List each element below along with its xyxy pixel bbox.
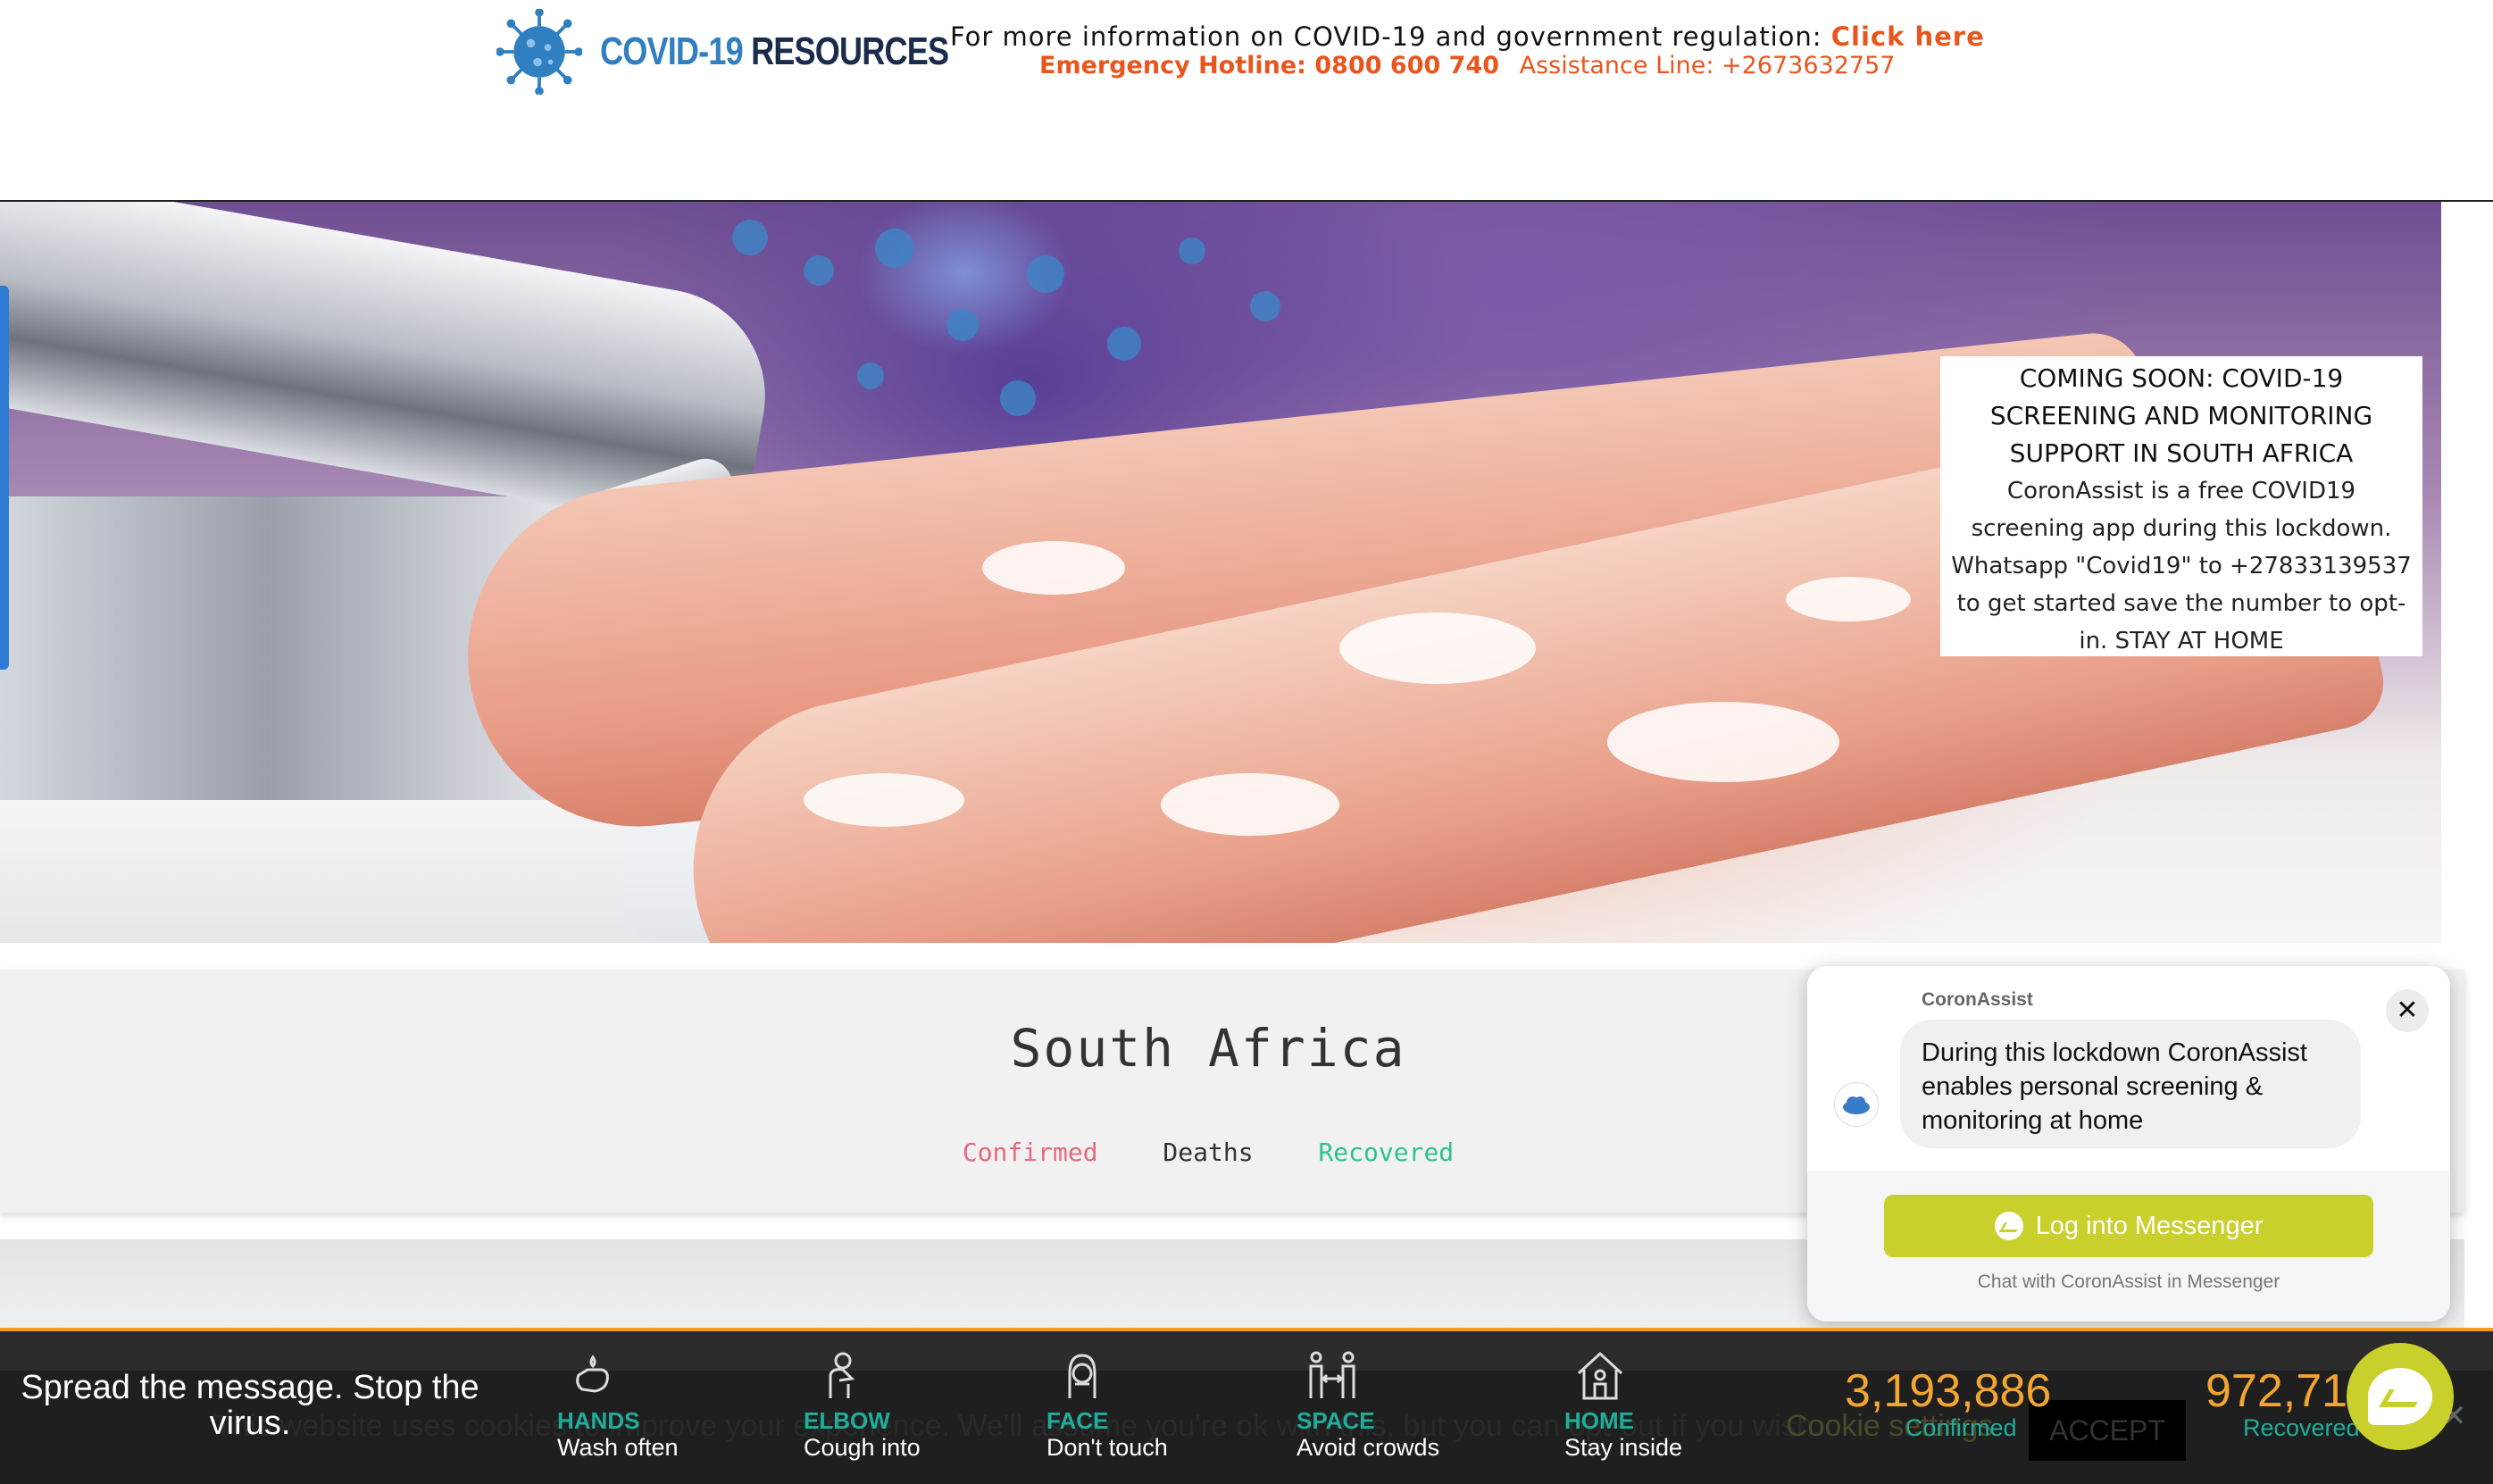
side-tab[interactable] — [0, 286, 9, 670]
info-line: For more information on COVID-19 and gov… — [950, 21, 1985, 52]
cloud-icon — [1843, 1096, 1870, 1114]
messenger-icon — [1994, 1212, 2023, 1240]
home-icon — [1577, 1351, 1623, 1400]
tip-sub: Don't touch — [1046, 1434, 1168, 1461]
notice-body: CoronAssist is a free COVID19 screening … — [1951, 478, 2412, 654]
notice-title: COMING SOON: COVID-19 SCREENING AND MONI… — [1989, 363, 2373, 468]
bottom-banner-stripe — [0, 1331, 2493, 1371]
emergency-hotline[interactable]: Emergency Hotline: 0800 600 740 — [1039, 52, 1499, 79]
log-into-messenger-button[interactable]: Log into Messenger — [1884, 1195, 2373, 1257]
spread-message: Spread the message. Stop the virus. — [21, 1369, 479, 1442]
confirmed-label: Confirmed — [1905, 1414, 2017, 1441]
tab-confirmed[interactable]: Confirmed — [963, 1138, 1098, 1167]
chat-caption: Chat with CoronAssist in Messenger — [1977, 1271, 2280, 1292]
cookie-accept-button[interactable]: ACCEPT — [2029, 1400, 2186, 1461]
site-logo[interactable]: COVID-19 RESOURCES — [496, 9, 1025, 95]
click-here-link[interactable]: Click here — [1831, 21, 1985, 52]
social-distance-icon — [1309, 1351, 1355, 1398]
logo-wordmark: COVID-19 RESOURCES — [600, 29, 949, 74]
coronassist-avatar — [1834, 1082, 1879, 1127]
info-text: For more information on COVID-19 and gov… — [950, 21, 1822, 52]
logo-covid-text: COVID-19 — [600, 29, 744, 73]
tip-sub: Stay inside — [1564, 1434, 1683, 1461]
chat-close-button[interactable]: ✕ — [2386, 989, 2429, 1032]
chat-message-bubble: During this lockdown CoronAssist enables… — [1900, 1020, 2361, 1148]
tip-sub: Cough into — [804, 1434, 921, 1461]
tip-sub: Avoid crowds — [1297, 1434, 1440, 1461]
messenger-button-label: Log into Messenger — [2035, 1211, 2264, 1240]
messenger-chat-widget: CoronAssist During this lockdown CoronAs… — [1807, 966, 2450, 1321]
messenger-fab-button[interactable] — [2347, 1343, 2454, 1450]
tip-label: SPACE — [1297, 1407, 1375, 1434]
messenger-icon — [2368, 1368, 2432, 1425]
tip-label: HANDS — [557, 1407, 640, 1434]
tab-recovered[interactable]: Recovered — [1318, 1138, 1454, 1167]
virus-icon — [496, 9, 582, 95]
chat-header: CoronAssist During this lockdown CoronAs… — [1807, 966, 2450, 1171]
recovered-count: 972,71 — [2205, 1365, 2348, 1417]
assistance-line[interactable]: Assistance Line: +2673632757 — [1520, 52, 1896, 79]
site-header: COVID-19 RESOURCES For more information … — [0, 0, 2493, 202]
hand-wash-icon — [576, 1355, 609, 1393]
logo-resources-text: RESOURCES — [751, 29, 949, 73]
face-touch-icon — [1068, 1354, 1096, 1398]
confirmed-count: 3,193,886 — [1845, 1365, 2052, 1417]
tip-sub: Wash often — [557, 1434, 679, 1461]
recovered-label: Recovered — [2243, 1414, 2360, 1441]
elbow-cough-icon — [829, 1352, 855, 1398]
tip-label: HOME — [1564, 1407, 1634, 1434]
coming-soon-notice: COMING SOON: COVID-19 SCREENING AND MONI… — [1940, 356, 2422, 656]
hotline-line: Emergency Hotline: 0800 600 740 Assistan… — [1039, 52, 1895, 79]
tip-label: FACE — [1046, 1407, 1109, 1434]
tab-deaths[interactable]: Deaths — [1163, 1138, 1253, 1167]
chat-sender-name: CoronAssist — [1922, 989, 2033, 1010]
tip-label: ELBOW — [804, 1407, 890, 1434]
